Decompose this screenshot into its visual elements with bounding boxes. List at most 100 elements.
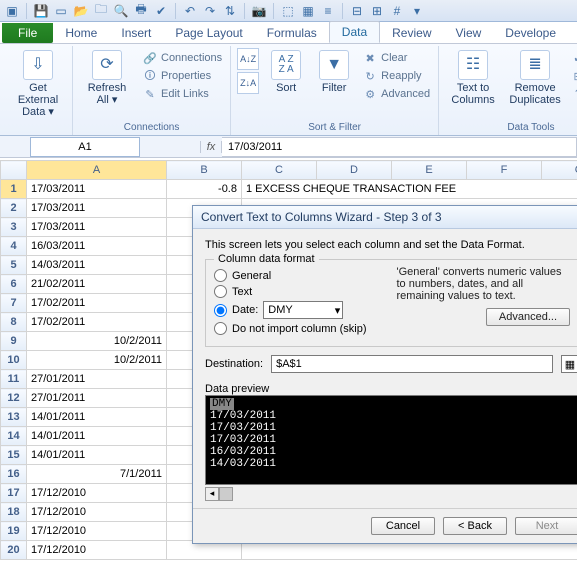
- sort-button[interactable]: A ZZ A Sort: [265, 48, 307, 120]
- fx-icon[interactable]: fx: [200, 141, 222, 153]
- row-header[interactable]: 20: [1, 541, 27, 560]
- print-preview-icon[interactable]: 🔍: [113, 3, 129, 19]
- tab-formulas[interactable]: Formulas: [255, 23, 329, 43]
- redo-icon[interactable]: ↷: [202, 3, 218, 19]
- column-header-C[interactable]: C: [242, 161, 317, 180]
- cell[interactable]: 14/01/2011: [27, 408, 167, 427]
- cell[interactable]: 14/01/2011: [27, 446, 167, 465]
- range-picker-icon[interactable]: ▦: [561, 355, 577, 373]
- show-detail-icon[interactable]: ⊞: [369, 3, 385, 19]
- radio-text[interactable]: Text: [214, 285, 367, 298]
- cell[interactable]: 17/03/2011: [27, 199, 167, 218]
- name-box[interactable]: A1: [30, 137, 140, 157]
- get-external-data-button[interactable]: ⇩ Get External Data ▾: [10, 48, 66, 120]
- row-header[interactable]: 12: [1, 389, 27, 408]
- outline-icon[interactable]: #: [389, 3, 405, 19]
- cell[interactable]: 17/12/2010: [27, 484, 167, 503]
- row-header[interactable]: 19: [1, 522, 27, 541]
- destination-input[interactable]: $A$1: [271, 355, 553, 373]
- cell[interactable]: 1 EXCESS CHEQUE TRANSACTION FEE: [242, 180, 577, 199]
- quick-print-icon[interactable]: 🖶: [133, 3, 149, 19]
- tab-view[interactable]: View: [444, 23, 494, 43]
- row-header[interactable]: 18: [1, 503, 27, 522]
- column-header-E[interactable]: E: [392, 161, 467, 180]
- reapply-button[interactable]: ↻Reapply: [361, 68, 432, 84]
- cell[interactable]: 14/01/2011: [27, 427, 167, 446]
- what-if-button[interactable]: ?Wha: [569, 86, 577, 102]
- tab-insert[interactable]: Insert: [109, 23, 163, 43]
- row-header[interactable]: 8: [1, 313, 27, 332]
- ungroup-icon[interactable]: ⬚: [280, 3, 296, 19]
- refresh-all-button[interactable]: ⟳ Refresh All ▾: [79, 48, 135, 120]
- consolidate-button[interactable]: ⊞Cons: [569, 68, 577, 84]
- advanced-button[interactable]: Advanced...: [486, 308, 570, 326]
- cell[interactable]: 10/2/2011: [27, 332, 167, 351]
- scroll-left-icon[interactable]: ◂: [205, 487, 219, 501]
- row-header[interactable]: 5: [1, 256, 27, 275]
- row-header[interactable]: 4: [1, 237, 27, 256]
- column-header-A[interactable]: A: [27, 161, 167, 180]
- open-icon[interactable]: 📂: [73, 3, 89, 19]
- tab-home[interactable]: Home: [53, 23, 109, 43]
- tab-page-layout[interactable]: Page Layout: [163, 23, 254, 43]
- column-header-G[interactable]: G: [542, 161, 577, 180]
- cell[interactable]: -0.8: [167, 180, 242, 199]
- row-header[interactable]: 14: [1, 427, 27, 446]
- cell[interactable]: 17/02/2011: [27, 313, 167, 332]
- tab-developer[interactable]: Develope: [493, 23, 568, 43]
- connections-button[interactable]: 🔗Connections: [141, 50, 224, 66]
- qat-more-icon[interactable]: ▾: [409, 3, 425, 19]
- radio-general[interactable]: General: [214, 269, 367, 282]
- spelling-icon[interactable]: ✔: [153, 3, 169, 19]
- row-header[interactable]: 15: [1, 446, 27, 465]
- cell[interactable]: 17/03/2011: [27, 218, 167, 237]
- tab-review[interactable]: Review: [380, 23, 443, 43]
- clear-button[interactable]: ✖Clear: [361, 50, 432, 66]
- hide-detail-icon[interactable]: ⊟: [349, 3, 365, 19]
- cell[interactable]: 17/12/2010: [27, 522, 167, 541]
- column-header-F[interactable]: F: [467, 161, 542, 180]
- undo-icon[interactable]: ↶: [182, 3, 198, 19]
- cell[interactable]: 17/12/2010: [27, 541, 167, 560]
- advanced-button[interactable]: ⚙Advanced: [361, 86, 432, 102]
- properties-button[interactable]: 🛈Properties: [141, 68, 224, 84]
- cell[interactable]: 17/02/2011: [27, 294, 167, 313]
- new-icon[interactable]: ▭: [53, 3, 69, 19]
- cell[interactable]: 16/03/2011: [27, 237, 167, 256]
- sort-asc-button[interactable]: A↓Z: [237, 48, 259, 70]
- row-header[interactable]: 2: [1, 199, 27, 218]
- sort-asc-icon[interactable]: ⇅: [222, 3, 238, 19]
- scroll-thumb[interactable]: [219, 487, 233, 501]
- back-button[interactable]: < Back: [443, 517, 507, 535]
- formula-input[interactable]: 17/03/2011: [222, 137, 577, 157]
- cell[interactable]: 10/2/2011: [27, 351, 167, 370]
- data-validation-button[interactable]: ✔Data: [569, 50, 577, 66]
- select-all-corner[interactable]: [1, 161, 27, 180]
- cell[interactable]: 27/01/2011: [27, 389, 167, 408]
- row-header[interactable]: 10: [1, 351, 27, 370]
- cell[interactable]: 27/01/2011: [27, 370, 167, 389]
- column-header-B[interactable]: B: [167, 161, 242, 180]
- subtotals-icon[interactable]: ≡: [320, 3, 336, 19]
- row-header[interactable]: 3: [1, 218, 27, 237]
- cell[interactable]: 14/03/2011: [27, 256, 167, 275]
- cancel-button[interactable]: Cancel: [371, 517, 435, 535]
- cell[interactable]: 21/02/2011: [27, 275, 167, 294]
- cell[interactable]: 17/03/2011: [27, 180, 167, 199]
- row-header[interactable]: 16: [1, 465, 27, 484]
- text-to-columns-button[interactable]: ☷ Text to Columns: [445, 48, 501, 120]
- table-icon[interactable]: ▦: [300, 3, 316, 19]
- row-header[interactable]: 7: [1, 294, 27, 313]
- save-icon[interactable]: 💾: [33, 3, 49, 19]
- cell[interactable]: 17/12/2010: [27, 503, 167, 522]
- open-folder-icon[interactable]: 🗀: [93, 3, 109, 19]
- row-header[interactable]: 1: [1, 180, 27, 199]
- row-header[interactable]: 9: [1, 332, 27, 351]
- cell[interactable]: 7/1/2011: [27, 465, 167, 484]
- row-header[interactable]: 13: [1, 408, 27, 427]
- row-header[interactable]: 11: [1, 370, 27, 389]
- tab-data[interactable]: Data: [329, 21, 380, 43]
- row-header[interactable]: 6: [1, 275, 27, 294]
- preview-scrollbar[interactable]: ◂: [205, 485, 577, 500]
- filter-button[interactable]: ▼ Filter: [313, 48, 355, 120]
